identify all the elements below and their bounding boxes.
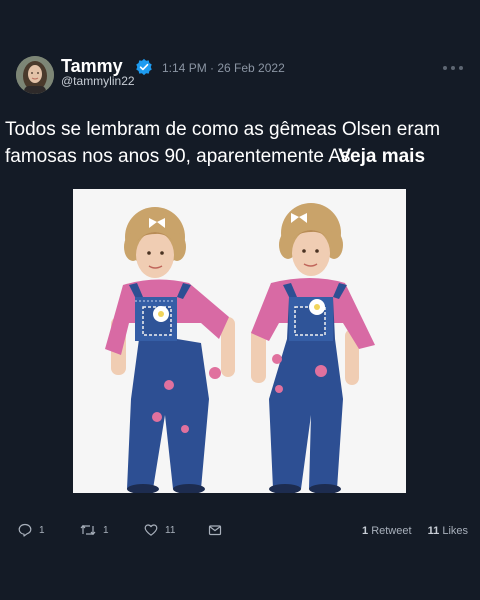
- retweet-button[interactable]: 1: [80, 522, 109, 538]
- verified-badge-icon: [136, 58, 152, 76]
- retweets-label[interactable]: Retweet: [371, 525, 411, 537]
- share-button[interactable]: [208, 522, 222, 538]
- likes-total[interactable]: 11: [428, 525, 440, 537]
- author-name[interactable]: Tammy: [61, 56, 123, 76]
- tweet-text: Todos se lembram de como as gêmeas Olsen…: [5, 116, 470, 170]
- see-more-link[interactable]: Veja mais: [338, 146, 425, 167]
- reply-icon: [18, 523, 32, 537]
- retweet-count: 1: [103, 524, 109, 536]
- twins-photo-illustration: [73, 189, 406, 493]
- heart-icon: [144, 524, 158, 536]
- engagement-stats: 1 Retweet 11 Likes: [362, 524, 468, 538]
- like-button[interactable]: 11: [144, 522, 175, 538]
- avatar[interactable]: [16, 56, 54, 94]
- tweet-text-line-2: famosas nos anos 90, aparentemente AsVej…: [5, 143, 470, 170]
- tweet-card: Tammy 1:14 PM · 26 Feb 2022 @tammylin22 …: [0, 0, 480, 600]
- more-options-icon[interactable]: [441, 64, 465, 72]
- retweets-total[interactable]: 1: [362, 525, 368, 537]
- tweet-timestamp[interactable]: 1:14 PM · 26 Feb 2022: [162, 61, 285, 75]
- tweet-photo[interactable]: [73, 189, 406, 493]
- retweet-icon: [80, 524, 96, 536]
- avatar-image: [16, 56, 54, 94]
- reply-button[interactable]: 1: [18, 522, 45, 538]
- envelope-icon: [208, 525, 222, 536]
- reply-count: 1: [39, 524, 45, 536]
- like-count: 11: [165, 524, 176, 536]
- tweet-text-truncated: famosas nos anos 90, aparentemente As: [5, 146, 351, 167]
- author-handle[interactable]: @tammylin22: [61, 74, 135, 88]
- tweet-text-line-1: Todos se lembram de como as gêmeas Olsen…: [5, 119, 441, 140]
- likes-label[interactable]: Likes: [442, 525, 468, 537]
